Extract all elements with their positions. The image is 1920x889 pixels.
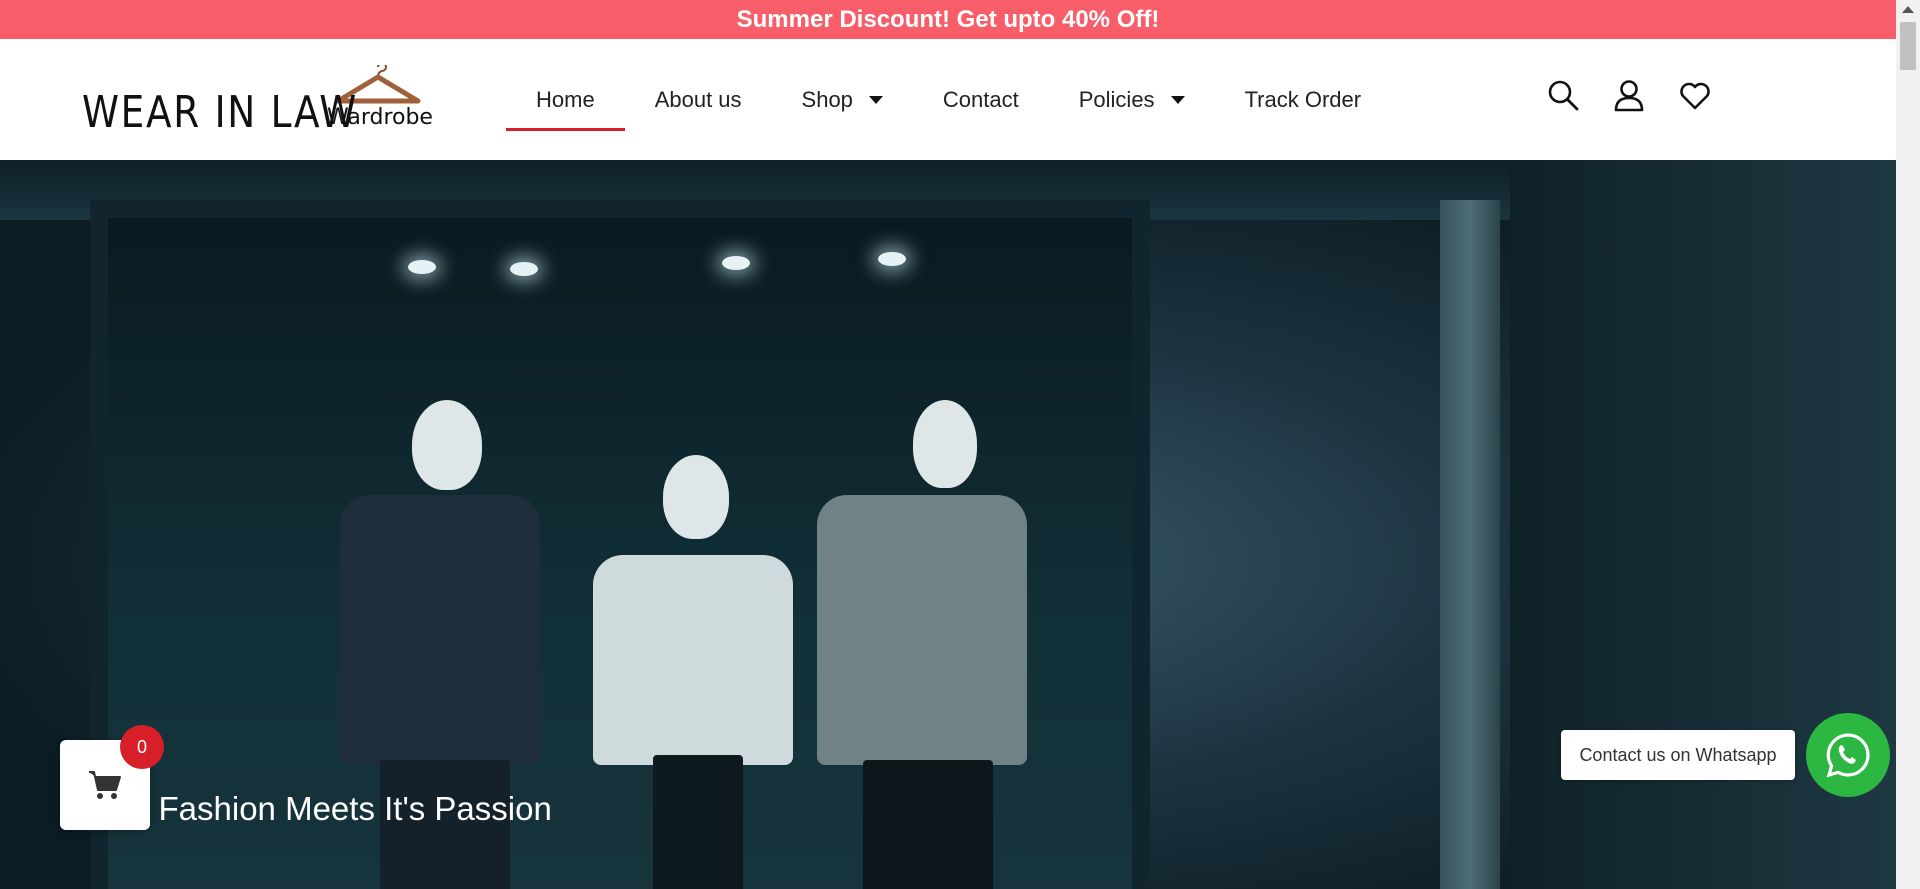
scrollbar-thumb[interactable]	[1900, 22, 1916, 70]
caret-down-icon	[1170, 95, 1185, 104]
nav-track-order-label: Track Order	[1244, 86, 1362, 112]
nav-shop[interactable]: Shop	[772, 39, 913, 160]
scroll-up-arrow[interactable]	[1902, 6, 1914, 13]
nav-track-order[interactable]: Track Order	[1215, 39, 1392, 160]
hero-pillar	[1440, 200, 1500, 889]
mannequin-right	[805, 400, 1035, 889]
logo-subtitle: Wardrobe	[327, 105, 433, 130]
announcement-text: Summer Discount! Get upto 40% Off!	[736, 5, 1160, 33]
logo-wordmark: WEAR IN LAW	[82, 87, 358, 138]
whatsapp-button[interactable]	[1806, 713, 1890, 797]
nav-home-label: Home	[536, 86, 595, 112]
cart-count-badge: 0	[120, 725, 164, 769]
nav-about-label: About us	[654, 86, 742, 112]
caret-down-icon	[868, 95, 883, 104]
site-header: WEAR IN LAW Wardrobe Home About us Shop …	[0, 39, 1896, 160]
whatsapp-label[interactable]: Contact us on Whatsapp	[1561, 730, 1795, 780]
hero-tagline: re Fashion Meets It's Passion	[120, 790, 552, 827]
nav-home[interactable]: Home	[506, 39, 625, 160]
ceiling-light	[408, 260, 436, 274]
nav-contact[interactable]: Contact	[913, 39, 1049, 160]
ceiling-light	[722, 256, 750, 270]
main-nav: Home About us Shop Contact Policies Trac…	[506, 39, 1391, 160]
mannequin-middle	[585, 455, 805, 889]
site-logo[interactable]: WEAR IN LAW Wardrobe	[82, 65, 433, 138]
search-icon[interactable]	[1546, 78, 1580, 112]
cart-icon	[89, 771, 121, 799]
nav-contact-label: Contact	[942, 86, 1019, 112]
nav-policies-label: Policies	[1078, 86, 1155, 112]
nav-shop-label: Shop	[801, 86, 853, 112]
ceiling-light	[878, 252, 906, 266]
announcement-bar: Summer Discount! Get upto 40% Off!	[0, 0, 1896, 39]
nav-policies[interactable]: Policies	[1049, 39, 1215, 160]
whatsapp-icon	[1826, 733, 1870, 778]
scrollbar[interactable]	[1896, 0, 1920, 889]
heart-icon[interactable]	[1678, 78, 1712, 112]
ceiling-light	[510, 262, 538, 276]
user-icon[interactable]	[1612, 78, 1646, 112]
nav-about[interactable]: About us	[625, 39, 772, 160]
header-actions	[1546, 78, 1712, 112]
